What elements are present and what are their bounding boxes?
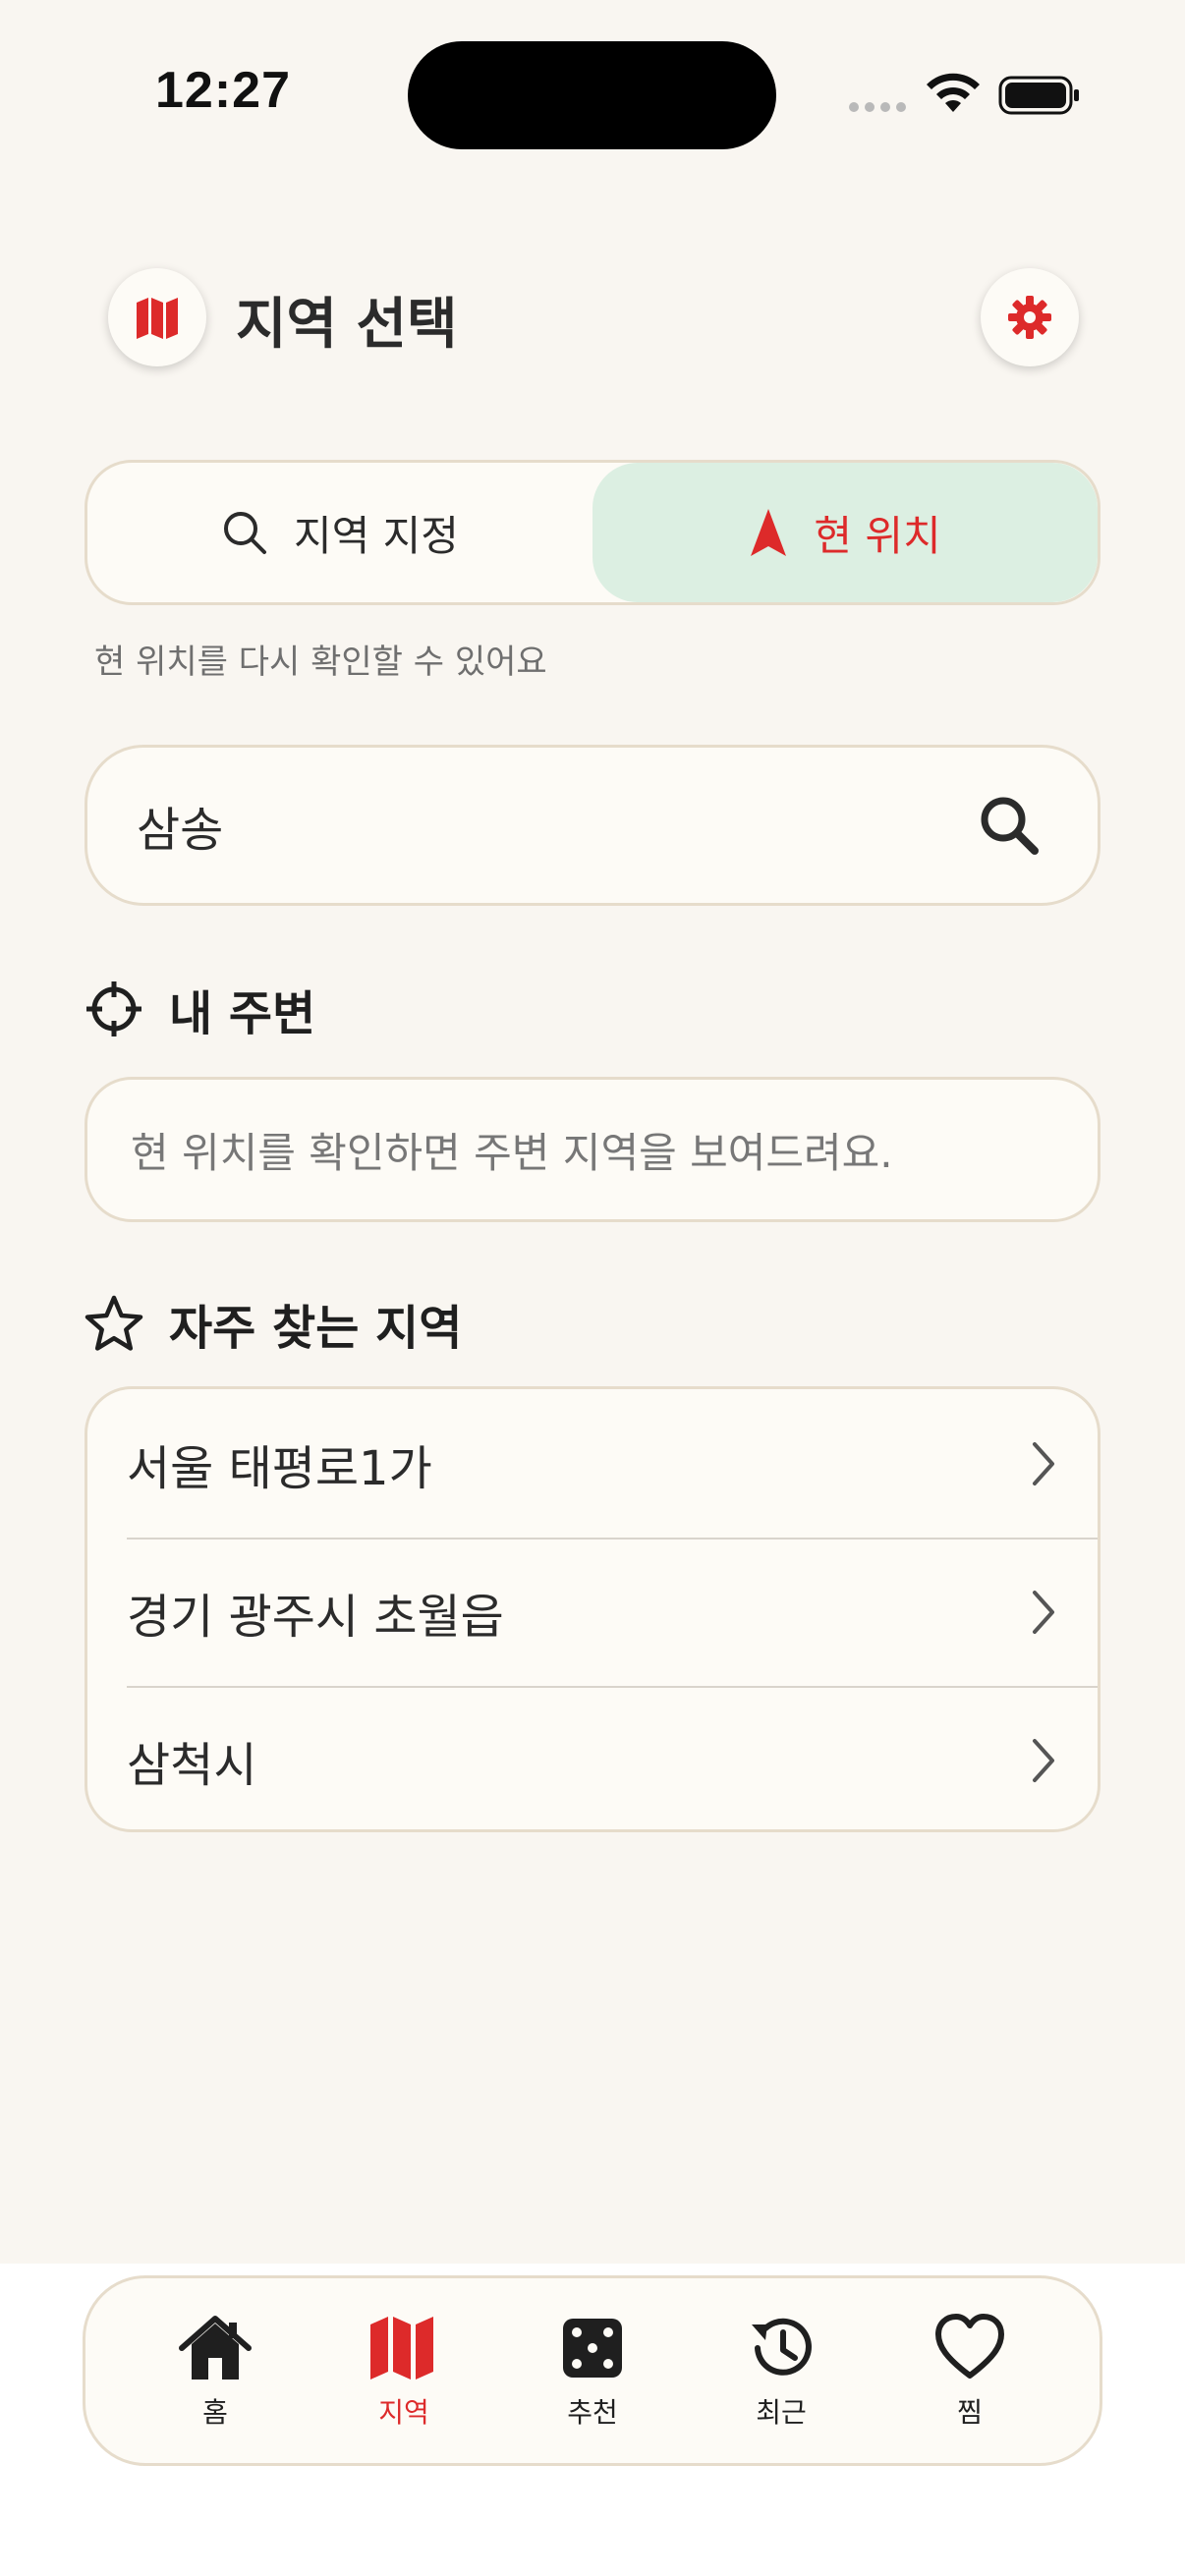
favorite-item[interactable]: 삼척시 bbox=[87, 1686, 1098, 1829]
search-bar bbox=[85, 745, 1100, 906]
tab-bar: 홈 지역 추천 최근 찜 bbox=[83, 2275, 1102, 2466]
heart-icon bbox=[935, 2314, 1004, 2379]
location-hint: 현 위치를 다시 확인할 수 있어요 bbox=[94, 643, 547, 682]
status-time: 12:27 bbox=[155, 62, 291, 119]
crosshair-icon bbox=[86, 981, 141, 1036]
map-icon bbox=[370, 2317, 433, 2380]
battery-icon bbox=[998, 76, 1079, 115]
segment-current-location-label: 현 위치 bbox=[814, 511, 941, 560]
location-arrow-icon bbox=[751, 509, 787, 556]
favorite-item[interactable]: 서울 태평로1가 bbox=[87, 1389, 1098, 1538]
nearby-heading-label: 내 주변 bbox=[169, 986, 316, 1041]
gear-icon bbox=[1008, 296, 1051, 339]
search-icon bbox=[981, 797, 1039, 855]
favorite-item-label: 서울 태평로1가 bbox=[127, 1440, 432, 1496]
tab-home-label: 홈 bbox=[202, 2396, 228, 2429]
favorites-list: 서울 태평로1가 경기 광주시 초월읍 삼척시 bbox=[85, 1386, 1100, 1832]
search-button[interactable] bbox=[970, 786, 1048, 865]
favorites-heading-label: 자주 찾는 지역 bbox=[169, 1301, 463, 1356]
location-mode-segment: 지역 지정 현 위치 bbox=[85, 460, 1100, 605]
settings-button[interactable] bbox=[981, 268, 1079, 366]
favorites-heading: 자주 찾는 지역 bbox=[85, 1289, 462, 1358]
chevron-right-icon bbox=[1033, 1590, 1054, 1634]
tab-home[interactable]: 홈 bbox=[137, 2311, 294, 2431]
tab-recent[interactable]: 최근 bbox=[703, 2311, 860, 2431]
segment-current-location[interactable]: 현 위치 bbox=[592, 463, 1098, 602]
house-icon bbox=[179, 2316, 252, 2380]
history-icon bbox=[752, 2318, 812, 2376]
dice-icon bbox=[563, 2319, 622, 2378]
segment-region-select-label: 지역 지정 bbox=[294, 511, 459, 560]
tab-recommend[interactable]: 추천 bbox=[514, 2311, 671, 2431]
nearby-heading: 내 주변 bbox=[85, 975, 315, 1043]
chevron-right-icon bbox=[1033, 1738, 1054, 1782]
nearby-card: 현 위치를 확인하면 주변 지역을 보여드려요. bbox=[85, 1077, 1100, 1222]
map-icon bbox=[137, 298, 178, 339]
tab-region[interactable]: 지역 bbox=[325, 2311, 482, 2431]
tab-recent-label: 최근 bbox=[756, 2396, 807, 2429]
favorite-item-label: 삼척시 bbox=[127, 1737, 257, 1793]
segment-region-select[interactable]: 지역 지정 bbox=[87, 463, 592, 602]
map-button[interactable] bbox=[108, 268, 206, 366]
search-icon bbox=[224, 512, 267, 554]
tab-favorite[interactable]: 찜 bbox=[891, 2311, 1048, 2431]
tab-region-label: 지역 bbox=[378, 2396, 429, 2429]
favorite-item[interactable]: 경기 광주시 초월읍 bbox=[87, 1538, 1098, 1686]
dynamic-island bbox=[408, 41, 776, 149]
chevron-right-icon bbox=[1033, 1441, 1054, 1485]
tab-recommend-label: 추천 bbox=[567, 2396, 618, 2429]
nearby-message: 현 위치를 확인하면 주변 지역을 보여드려요. bbox=[131, 1128, 893, 1177]
wifi-icon bbox=[927, 73, 980, 112]
tab-favorite-label: 찜 bbox=[957, 2396, 983, 2429]
page-title: 지역 선택 bbox=[236, 293, 458, 357]
favorite-item-label: 경기 광주시 초월읍 bbox=[127, 1589, 504, 1645]
star-icon bbox=[85, 1295, 143, 1351]
search-input[interactable] bbox=[137, 798, 970, 853]
cellular-signal-icon bbox=[849, 102, 906, 112]
